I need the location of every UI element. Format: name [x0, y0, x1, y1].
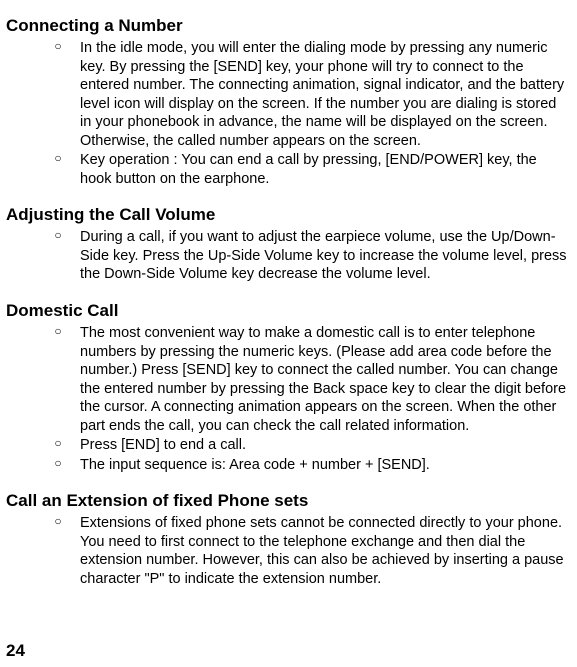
list-item: ○ During a call, if you want to adjust t…	[6, 228, 571, 284]
list-item: ○ Press [END] to end a call.	[6, 436, 571, 455]
bullet-icon: ○	[50, 151, 66, 166]
list-item-text: The most convenient way to make a domest…	[80, 324, 571, 435]
item-list: ○ Extensions of fixed phone sets cannot …	[6, 514, 571, 588]
list-item-text: In the idle mode, you will enter the dia…	[80, 39, 571, 150]
list-item-text: Key operation : You can end a call by pr…	[80, 151, 571, 188]
list-item: ○ The input sequence is: Area code + num…	[6, 456, 571, 475]
spacer	[6, 475, 571, 483]
list-item: ○ Extensions of fixed phone sets cannot …	[6, 514, 571, 588]
item-list: ○ In the idle mode, you will enter the d…	[6, 39, 571, 188]
list-item-text: During a call, if you want to adjust the…	[80, 228, 571, 284]
bullet-icon: ○	[50, 324, 66, 339]
list-item-text: Extensions of fixed phone sets cannot be…	[80, 514, 571, 588]
bullet-icon: ○	[50, 514, 66, 529]
spacer	[6, 189, 571, 197]
list-item-text: The input sequence is: Area code + numbe…	[80, 456, 571, 475]
bullet-icon: ○	[50, 228, 66, 243]
bullet-icon: ○	[50, 456, 66, 471]
page-number: 24	[6, 641, 25, 661]
bullet-icon: ○	[50, 39, 66, 54]
list-item-text: Press [END] to end a call.	[80, 436, 571, 455]
spacer	[6, 285, 571, 293]
list-item: ○ In the idle mode, you will enter the d…	[6, 39, 571, 150]
list-item: ○ The most convenient way to make a dome…	[6, 324, 571, 435]
section-heading: Call an Extension of fixed Phone sets	[6, 491, 571, 511]
section-heading: Domestic Call	[6, 301, 571, 321]
section-heading: Adjusting the Call Volume	[6, 205, 571, 225]
list-item: ○ Key operation : You can end a call by …	[6, 151, 571, 188]
section-heading: Connecting a Number	[6, 16, 571, 36]
item-list: ○ During a call, if you want to adjust t…	[6, 228, 571, 284]
bullet-icon: ○	[50, 436, 66, 451]
item-list: ○ The most convenient way to make a dome…	[6, 324, 571, 474]
